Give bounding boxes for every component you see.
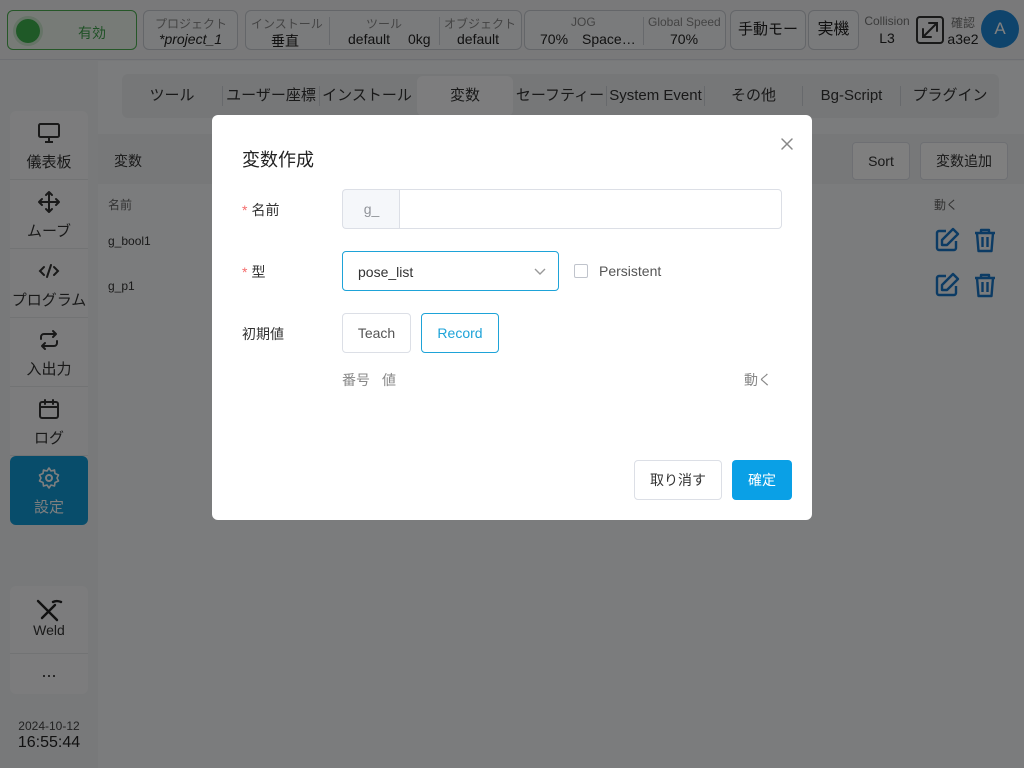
teach-button[interactable]: Teach: [342, 313, 411, 353]
name-prefix: g_: [342, 189, 400, 229]
list-action-header: 動く: [744, 372, 772, 388]
close-icon[interactable]: [780, 137, 794, 151]
type-select-value: pose_list: [358, 264, 414, 280]
persistent-checkbox[interactable]: [574, 264, 588, 278]
variable-name-input[interactable]: [399, 189, 782, 229]
cancel-button[interactable]: 取り消す: [634, 460, 722, 500]
chevron-down-icon: [534, 268, 546, 275]
dialog-title: 変数作成: [242, 150, 314, 170]
required-asterisk: *: [242, 264, 248, 280]
type-field-label: * 型: [242, 262, 265, 282]
record-button[interactable]: Record: [421, 313, 499, 353]
persistent-label[interactable]: Persistent: [599, 263, 661, 279]
initial-value-label: 初期値: [242, 326, 284, 342]
name-field-label: * 名前: [242, 200, 279, 220]
create-variable-dialog: 変数作成 * 名前 g_ * 型 pose_list Persistent 初期値 …: [212, 115, 812, 520]
list-value-header: 値: [382, 372, 396, 388]
list-index-header: 番号: [342, 372, 370, 388]
required-asterisk: *: [242, 202, 248, 218]
type-label-text: 型: [251, 264, 266, 280]
type-select[interactable]: pose_list: [342, 251, 559, 291]
confirm-button[interactable]: 確定: [732, 460, 792, 500]
name-label-text: 名前: [251, 202, 280, 218]
